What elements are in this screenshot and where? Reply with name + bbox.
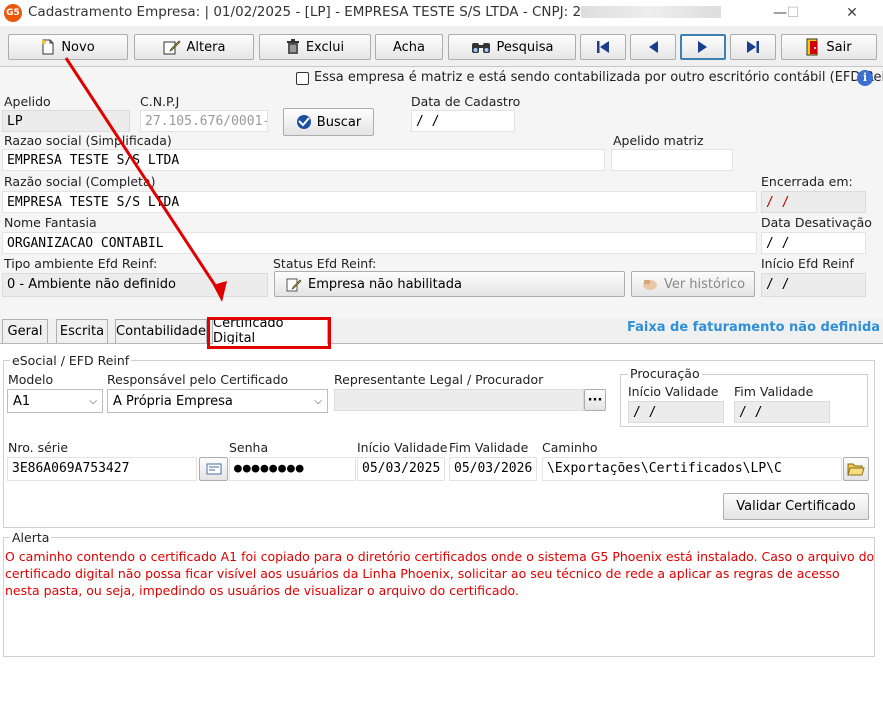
annotation-arrow: [64, 57, 227, 302]
